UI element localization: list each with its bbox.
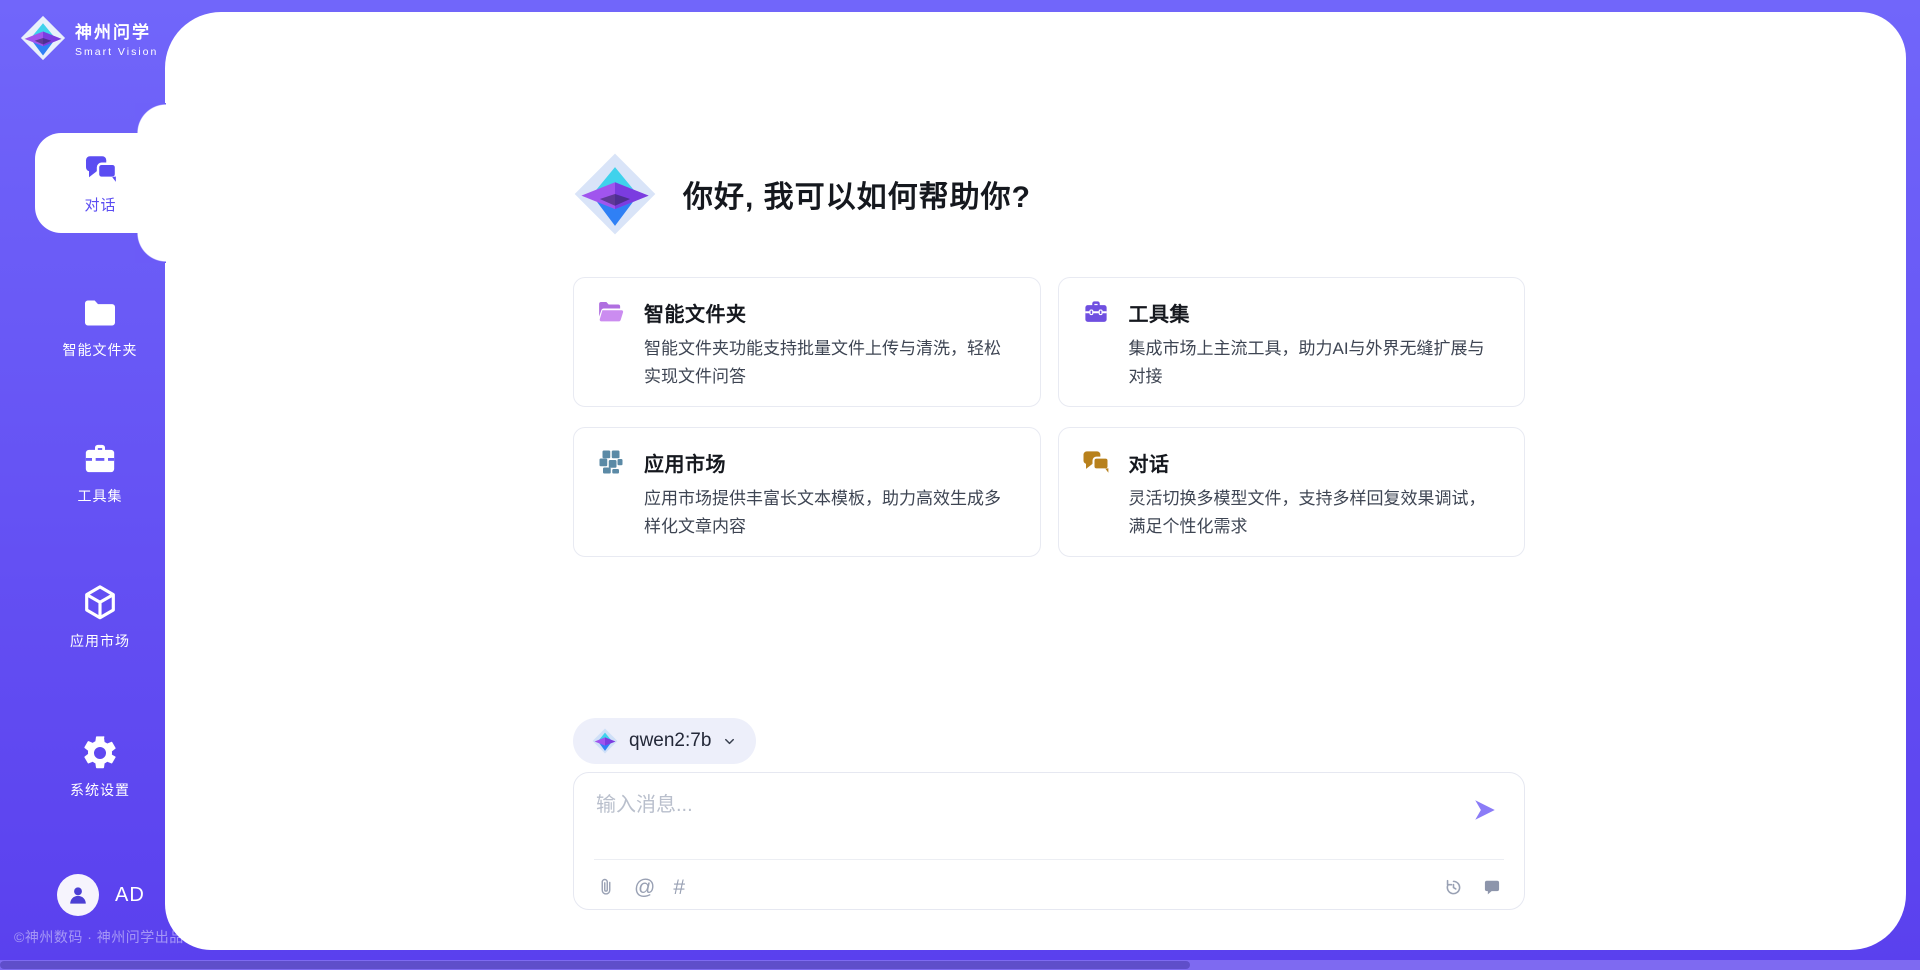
card-title: 对话 — [1129, 448, 1170, 477]
briefcase-icon — [1081, 297, 1111, 327]
sidebar-item-smart-folder[interactable]: 智能文件夹 — [35, 293, 165, 360]
brand-name-cn: 神州问学 — [75, 18, 158, 43]
send-arrow-icon[interactable] — [1472, 797, 1498, 823]
paperclip-icon[interactable] — [596, 876, 616, 898]
diamond-gem-icon — [573, 152, 657, 236]
card-description: 智能文件夹功能支持批量文件上传与清洗，轻松实现文件问答 — [644, 335, 1016, 391]
tab-curve-top — [135, 103, 166, 133]
sidebar-item-label: 智能文件夹 — [63, 340, 138, 360]
card-description: 灵活切换多模型文件，支持多样回复效果调试，满足个性化需求 — [1129, 485, 1501, 541]
chat-bubbles-icon — [83, 151, 119, 187]
sidebar-item-toolset[interactable]: 工具集 — [35, 439, 165, 506]
card-description: 应用市场提供丰富长文本模板，助力高效生成多样化文章内容 — [644, 485, 1016, 541]
history-icon[interactable] — [1443, 877, 1464, 898]
copyright: ©神州数码 · 神州问学出品 — [14, 927, 184, 947]
sidebar-item-label: 对话 — [84, 194, 116, 215]
person-icon — [65, 882, 91, 908]
chat-bubbles-icon — [1081, 447, 1111, 477]
card-smart-folder[interactable]: 智能文件夹 智能文件夹功能支持批量文件上传与清洗，轻松实现文件问答 — [573, 277, 1041, 407]
chevron-down-icon — [722, 734, 737, 749]
sidebar-item-label: 系统设置 — [70, 780, 130, 800]
diamond-gem-icon — [20, 15, 66, 61]
user-name: AD — [115, 884, 145, 907]
scrollbar-thumb[interactable] — [0, 961, 1190, 969]
feature-cards: 智能文件夹 智能文件夹功能支持批量文件上传与清洗，轻松实现文件问答 工具集 集成… — [573, 277, 1525, 557]
briefcase-icon — [80, 439, 120, 479]
hash-icon[interactable]: # — [673, 877, 685, 898]
main-content: 你好, 我可以如何帮助你? 智能文件夹 智能文件夹功能支持批量文件上传与清洗，轻… — [573, 12, 1525, 910]
card-description: 集成市场上主流工具，助力AI与外界无缝扩展与对接 — [1129, 335, 1501, 391]
greeting-title: 你好, 我可以如何帮助你? — [683, 172, 1031, 216]
main-panel: 你好, 我可以如何帮助你? 智能文件夹 智能文件夹功能支持批量文件上传与清洗，轻… — [165, 12, 1906, 950]
avatar — [57, 874, 99, 916]
model-selector[interactable]: qwen2:7b — [573, 718, 756, 764]
gear-icon — [80, 733, 120, 773]
brand-name-en: Smart Vision — [75, 46, 158, 58]
cube-icon — [79, 582, 121, 624]
model-name: qwen2:7b — [629, 730, 711, 752]
sidebar-item-label: 应用市场 — [70, 631, 130, 651]
sidebar-item-settings[interactable]: 系统设置 — [35, 733, 165, 800]
horizontal-scrollbar[interactable] — [0, 960, 1920, 970]
tab-curve-bottom — [135, 233, 166, 263]
card-title: 工具集 — [1129, 298, 1191, 327]
card-chat[interactable]: 对话 灵活切换多模型文件，支持多样回复效果调试，满足个性化需求 — [1058, 427, 1526, 557]
user-profile[interactable]: AD — [57, 874, 145, 916]
sidebar-item-app-market[interactable]: 应用市场 — [35, 582, 165, 651]
open-folder-icon — [596, 297, 626, 327]
sidebar-item-label: 工具集 — [78, 486, 123, 506]
composer-toolbar: @ # — [596, 869, 1502, 905]
folder-icon — [80, 293, 120, 333]
at-icon[interactable]: @ — [634, 877, 655, 898]
comment-icon[interactable] — [1482, 877, 1502, 897]
greeting: 你好, 我可以如何帮助你? — [573, 152, 1525, 236]
sidebar: 神州问学 Smart Vision 对话 智能文件夹 工具集 — [0, 0, 165, 970]
message-input[interactable] — [596, 788, 1452, 850]
card-title: 智能文件夹 — [644, 298, 747, 327]
message-composer: @ # — [573, 772, 1525, 910]
card-app-market[interactable]: 应用市场 应用市场提供丰富长文本模板，助力高效生成多样化文章内容 — [573, 427, 1041, 557]
grid-icon — [596, 447, 626, 477]
brand-logo: 神州问学 Smart Vision — [20, 15, 158, 61]
diamond-gem-icon — [592, 728, 618, 754]
card-title: 应用市场 — [644, 448, 726, 477]
card-toolset[interactable]: 工具集 集成市场上主流工具，助力AI与外界无缝扩展与对接 — [1058, 277, 1526, 407]
composer-divider — [594, 859, 1504, 860]
sidebar-item-chat[interactable]: 对话 — [35, 133, 166, 233]
